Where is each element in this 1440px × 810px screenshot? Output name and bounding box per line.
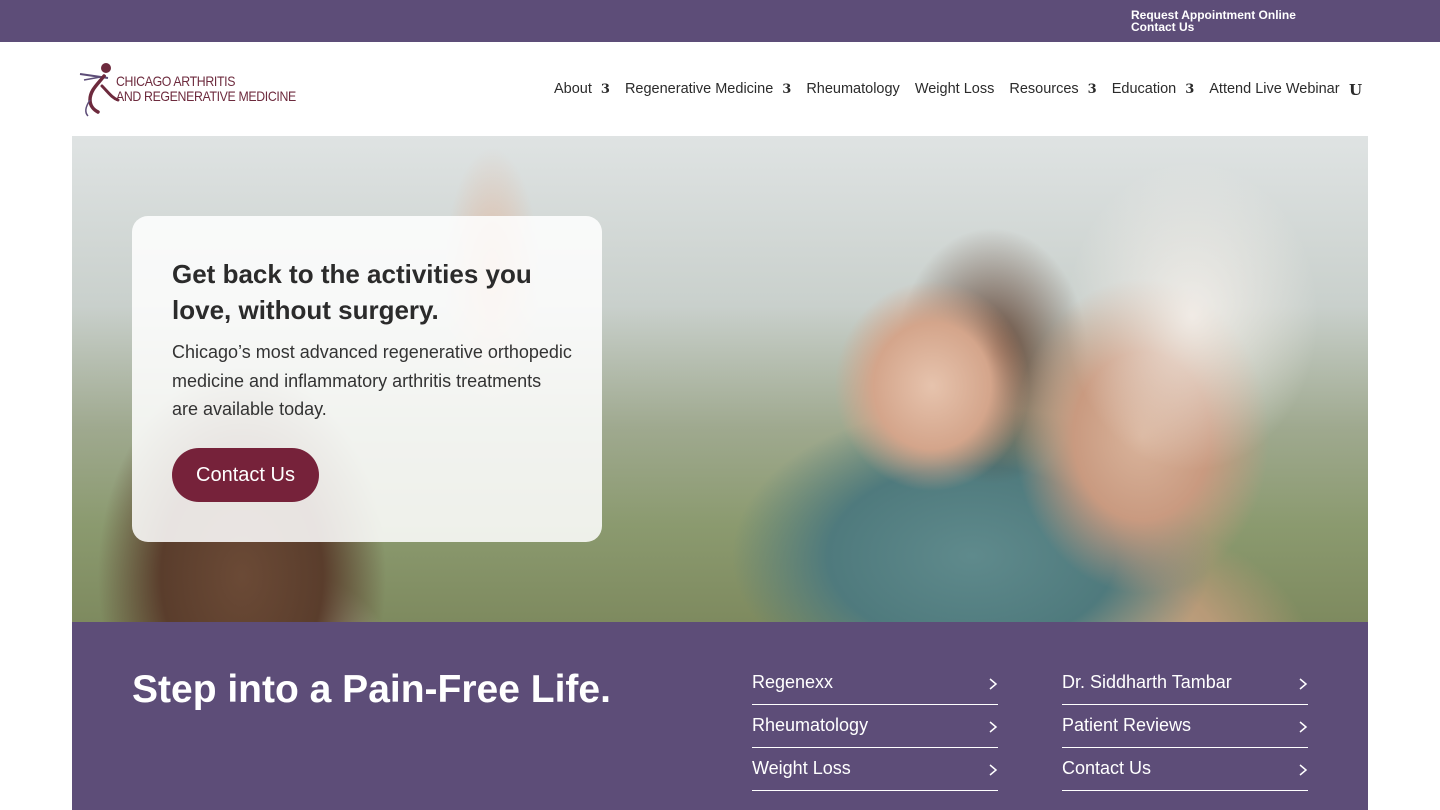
nav-item-weight-loss[interactable]: Weight Loss bbox=[915, 81, 995, 97]
pain-free-band: Step into a Pain-Free Life. Regenexx Rhe… bbox=[72, 622, 1368, 810]
nav-item-attend-live-webinar[interactable]: Attend Live Webinar bbox=[1209, 81, 1339, 97]
nav-item-label: Rheumatology bbox=[806, 81, 900, 97]
nav-item-label: Education bbox=[1111, 81, 1177, 97]
quick-link-label: Patient Reviews bbox=[1062, 715, 1192, 735]
chevron-right-icon bbox=[1299, 764, 1308, 776]
quick-link-weight-loss[interactable]: Weight Loss bbox=[752, 748, 998, 791]
quick-link-label: Contact Us bbox=[1062, 758, 1152, 778]
nav-item-regenerative-medicine[interactable]: Regenerative Medicine 3 bbox=[625, 81, 791, 97]
nav-item-resources[interactable]: Resources 3 bbox=[1009, 81, 1096, 97]
quick-link-label: Regenexx bbox=[752, 672, 834, 692]
logo-line-2: AND REGENERATIVE MEDICINE bbox=[116, 88, 296, 104]
quick-link-label: Rheumatology bbox=[752, 715, 869, 735]
nav-item-rheumatology[interactable]: Rheumatology bbox=[806, 81, 900, 97]
contact-us-button[interactable]: Contact Us bbox=[172, 448, 319, 502]
logo-wordmark: CHICAGO ARTHRITIS AND REGENERATIVE MEDIC… bbox=[116, 74, 296, 104]
nav-item-about[interactable]: About 3 bbox=[554, 81, 610, 97]
site-logo[interactable]: CHICAGO ARTHRITIS AND REGENERATIVE MEDIC… bbox=[78, 62, 296, 118]
chevron-down-icon[interactable]: 3 bbox=[1088, 82, 1097, 97]
nav-item-label: Attend Live Webinar bbox=[1209, 81, 1340, 97]
nav-item-label: Resources bbox=[1009, 81, 1079, 97]
chevron-down-icon[interactable]: 3 bbox=[782, 82, 791, 97]
top-utility-bar: Request Appointment Online Contact Us bbox=[0, 0, 1440, 42]
chevron-right-icon bbox=[989, 764, 998, 776]
chevron-right-icon bbox=[989, 721, 998, 733]
chevron-right-icon bbox=[989, 678, 998, 690]
top-utility-links: Request Appointment Online Contact Us bbox=[1131, 9, 1296, 33]
chevron-right-icon bbox=[1299, 721, 1308, 733]
quick-link-dr-tambar[interactable]: Dr. Siddharth Tambar bbox=[1062, 662, 1308, 705]
nav-item-education[interactable]: Education 3 bbox=[1112, 81, 1195, 97]
quick-link-rheumatology[interactable]: Rheumatology bbox=[752, 705, 998, 748]
logo-line-1: CHICAGO ARTHRITIS bbox=[116, 73, 236, 89]
quick-links-column-1: Regenexx Rheumatology Weight Loss bbox=[752, 662, 998, 791]
quick-link-patient-reviews[interactable]: Patient Reviews bbox=[1062, 705, 1308, 748]
quick-link-regenexx[interactable]: Regenexx bbox=[752, 662, 998, 705]
chevron-down-icon[interactable]: 3 bbox=[601, 82, 610, 97]
nav-item-label: Weight Loss bbox=[914, 81, 995, 97]
hero-title: Get back to the activities you love, wit… bbox=[172, 259, 532, 325]
main-nav: About 3 Regenerative Medicine 3 Rheumato… bbox=[554, 79, 1355, 99]
quick-link-label: Dr. Siddharth Tambar bbox=[1062, 672, 1232, 692]
hero-subtitle: Chicago’s most advanced regenerative ort… bbox=[172, 342, 572, 419]
chevron-right-icon bbox=[1299, 678, 1308, 690]
quick-link-label: Weight Loss bbox=[752, 758, 851, 778]
nav-item-label: Regenerative Medicine bbox=[624, 81, 774, 97]
hero-card: Get back to the activities you love, wit… bbox=[132, 216, 602, 542]
topbar-contact-link[interactable]: Contact Us bbox=[1131, 21, 1296, 33]
quick-link-contact-us[interactable]: Contact Us bbox=[1062, 748, 1308, 791]
nav-item-label: About bbox=[554, 81, 592, 97]
band-title: Step into a Pain-Free Life. bbox=[132, 668, 611, 711]
chevron-down-icon[interactable]: 3 bbox=[1185, 82, 1194, 97]
search-icon[interactable]: U bbox=[1349, 81, 1362, 99]
hero-banner: Get back to the activities you love, wit… bbox=[72, 136, 1368, 622]
site-header: CHICAGO ARTHRITIS AND REGENERATIVE MEDIC… bbox=[0, 42, 1440, 136]
quick-links-column-2: Dr. Siddharth Tambar Patient Reviews Con… bbox=[1062, 662, 1308, 791]
